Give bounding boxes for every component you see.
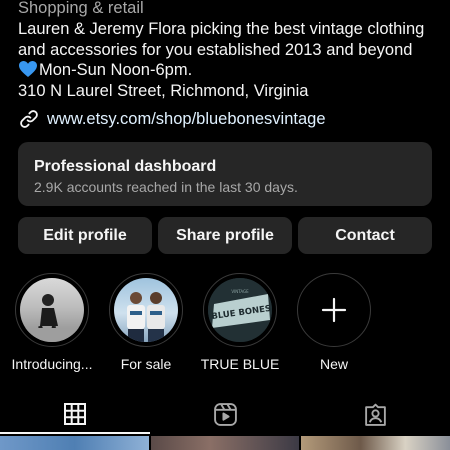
dashboard-subtitle: 2.9K accounts reached in the last 30 day… [34,179,298,195]
blue-bones-logo: BLUE BONES VINTAGE [208,278,272,342]
story-highlights: Introducing... For sale BLUE BONES VINTA… [0,273,450,373]
new-highlight-ring [297,273,371,347]
link-url[interactable]: www.etsy.com/shop/bluebonesvintage [47,110,326,129]
tab-reels[interactable] [210,399,240,429]
highlight-for-sale[interactable]: For sale [100,273,192,372]
highlight-thumbnail: BLUE BONES VINTAGE [208,278,272,342]
highlight-new[interactable]: New [288,273,380,372]
bio-address: 310 N Laurel Street, Richmond, Virginia [18,81,309,100]
bio-line-2: and accessories for you established 2013… [18,40,413,59]
plus-icon [321,297,347,323]
tab-tagged[interactable] [360,399,390,429]
highlight-ring [15,273,89,347]
dashboard-title: Professional dashboard [34,158,217,175]
grid-icon [64,403,86,425]
share-profile-button[interactable]: Share profile [158,217,292,254]
tagged-icon [364,403,386,426]
profile-bio: Shopping & retail Lauren & Jeremy Flora … [18,0,440,101]
active-tab-indicator [0,432,150,434]
svg-text:VINTAGE: VINTAGE [231,289,249,294]
post-thumbnail[interactable] [0,436,149,450]
bio-line-3: Mon-Sun Noon-6pm. [18,60,440,81]
posts-grid [0,436,450,450]
highlight-label: TRUE BLUE [200,356,280,372]
post-thumbnail[interactable] [150,436,300,450]
highlight-thumbnail [114,278,178,342]
highlight-introducing[interactable]: Introducing... [6,273,98,372]
post-thumbnail[interactable] [301,436,450,450]
tab-posts-grid[interactable] [60,399,90,429]
highlight-ring [109,273,183,347]
new-highlight-button [302,278,366,342]
blue-heart-icon [19,61,37,77]
highlight-label: Introducing... [11,356,93,372]
edit-profile-button[interactable]: Edit profile [18,217,152,254]
reels-icon [213,402,237,426]
professional-dashboard[interactable]: Professional dashboard 2.9K accounts rea… [18,142,432,206]
hours-text: Mon-Sun Noon-6pm. [39,61,193,79]
profile-link[interactable]: www.etsy.com/shop/bluebonesvintage [18,108,326,130]
link-icon [20,110,38,128]
profile-actions: Edit profile Share profile Contact [18,217,432,254]
highlight-true-blue[interactable]: BLUE BONES VINTAGE TRUE BLUE [194,273,286,372]
profile-tabs [0,395,450,435]
highlight-thumbnail [20,278,84,342]
bio-line-1: Lauren & Jeremy Flora picking the best v… [18,20,425,38]
highlight-ring: BLUE BONES VINTAGE [203,273,277,347]
contact-button[interactable]: Contact [298,217,432,254]
highlight-label: For sale [120,356,172,372]
highlight-label: New [319,356,348,372]
profile-screen: Shopping & retail Lauren & Jeremy Flora … [0,0,450,450]
profile-category: Shopping & retail [18,0,144,17]
